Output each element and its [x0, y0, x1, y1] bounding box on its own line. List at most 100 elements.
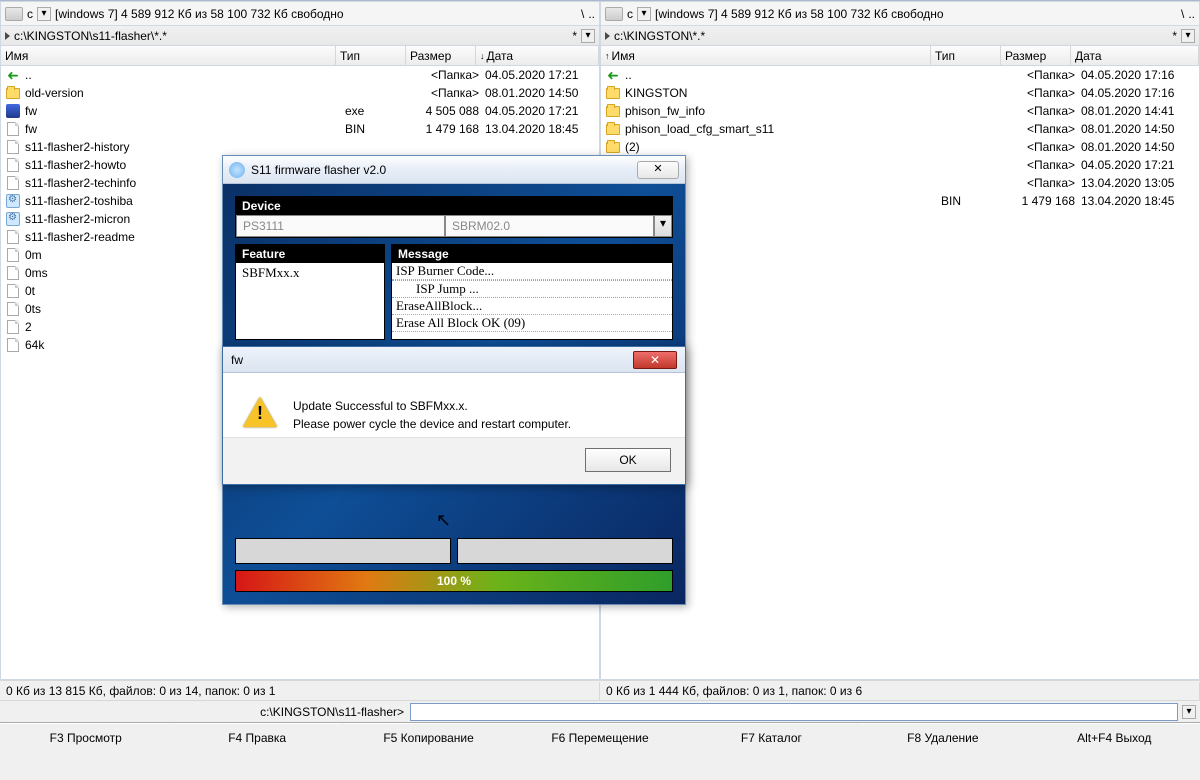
fn-button[interactable]: F3 Просмотр: [0, 723, 171, 752]
file-date: 04.05.2020 17:21: [1081, 158, 1199, 172]
file-name: KINGSTON: [625, 86, 941, 100]
file-row[interactable]: fwexe4 505 08804.05.2020 17:21: [1, 102, 599, 120]
col-size[interactable]: Размер: [406, 46, 476, 65]
file-row[interactable]: old-version<Папка>08.01.2020 14:50: [1, 84, 599, 102]
drive-letter[interactable]: c: [27, 7, 33, 21]
warning-icon: !: [243, 397, 277, 427]
file-date: 08.01.2020 14:50: [1081, 140, 1199, 154]
path-star[interactable]: *: [572, 29, 577, 43]
drive-icon[interactable]: [605, 7, 623, 21]
col-name[interactable]: ↑Имя: [601, 46, 931, 65]
file-size: <Папка>: [1011, 176, 1081, 190]
exe-icon: [5, 104, 21, 118]
message-dialog-titlebar[interactable]: fw ✕: [223, 347, 685, 373]
file-name: ..: [25, 68, 345, 82]
drive-up[interactable]: ..: [1188, 7, 1195, 21]
file-name: ..: [625, 68, 941, 82]
col-type[interactable]: Тип: [336, 46, 406, 65]
file-size: <Папка>: [415, 86, 485, 100]
file-date: 08.01.2020 14:41: [1081, 104, 1199, 118]
message-group: Message ISP Burner Code...ISP Jump ...Er…: [391, 244, 673, 340]
document-icon: [5, 122, 21, 136]
file-date: 04.05.2020 17:21: [485, 68, 599, 82]
document-icon: [5, 248, 21, 262]
file-row[interactable]: s11-flasher2-history: [1, 138, 599, 156]
fn-button[interactable]: Alt+F4 Выход: [1029, 723, 1200, 752]
drive-up[interactable]: ..: [588, 7, 595, 21]
cmd-dropdown-icon[interactable]: ▾: [1182, 705, 1196, 719]
feature-label: Feature: [236, 245, 384, 263]
drive-root[interactable]: \: [1181, 7, 1184, 21]
flasher-close-button[interactable]: ✕: [637, 161, 679, 179]
drive-dropdown-icon[interactable]: ▾: [637, 7, 651, 21]
device-dropdown-icon[interactable]: ▾: [654, 215, 672, 237]
flasher-title-text: S11 firmware flasher v2.0: [251, 163, 386, 177]
message-dialog-text: Update Successful to SBFMxx.x. Please po…: [293, 397, 571, 433]
file-name: s11-flasher2-history: [25, 140, 345, 154]
file-row[interactable]: er<Папка>13.04.2020 13:05: [601, 174, 1199, 192]
file-row[interactable]: fwBIN1 479 16813.04.2020 18:45: [1, 120, 599, 138]
file-name: fw: [25, 104, 345, 118]
file-size: <Папка>: [1011, 140, 1081, 154]
file-row[interactable]: KINGSTON<Папка>04.05.2020 17:16: [601, 84, 1199, 102]
spacer-box: [235, 538, 451, 564]
file-size: <Папка>: [1011, 86, 1081, 100]
fn-button[interactable]: F6 Перемещение: [514, 723, 685, 752]
document-icon: [5, 230, 21, 244]
file-row[interactable]: phison_load_cfg_smart_s11<Папка>08.01.20…: [601, 120, 1199, 138]
drive-root[interactable]: \: [581, 7, 584, 21]
document-icon: [5, 302, 21, 316]
file-row[interactable]: ➜.. <Папка>04.05.2020 17:21: [1, 66, 599, 84]
file-row[interactable]: BIN1 479 16813.04.2020 18:45: [601, 192, 1199, 210]
drive-letter[interactable]: c: [627, 7, 633, 21]
config-icon: [5, 212, 21, 226]
fn-button[interactable]: F5 Копирование: [343, 723, 514, 752]
cmd-input[interactable]: [410, 703, 1178, 721]
device-field-1[interactable]: [236, 215, 445, 237]
file-row[interactable]: er<Папка>04.05.2020 17:21: [601, 156, 1199, 174]
file-date: 13.04.2020 18:45: [485, 122, 599, 136]
file-row[interactable]: ➜..<Папка>04.05.2020 17:16: [601, 66, 1199, 84]
file-size: 1 479 168: [1011, 194, 1081, 208]
file-name: phison_fw_info: [625, 104, 941, 118]
message-label: Message: [392, 245, 672, 263]
right-file-list[interactable]: ➜..<Папка>04.05.2020 17:16 KINGSTON <Папка…: [601, 66, 1199, 679]
file-row[interactable]: phison_fw_info <Папка>08.01.2020 14:41: [601, 102, 1199, 120]
ok-button[interactable]: OK: [585, 448, 671, 472]
path-dropdown-icon[interactable]: ▾: [581, 29, 595, 43]
flasher-app-icon: [229, 162, 245, 178]
device-field-2[interactable]: [445, 215, 654, 237]
left-path-bar[interactable]: c:\KINGSTON\s11-flasher\*.* * ▾: [1, 26, 599, 46]
fn-button[interactable]: F7 Каталог: [686, 723, 857, 752]
file-type: BIN: [345, 122, 415, 136]
fn-button[interactable]: F8 Удаление: [857, 723, 1028, 752]
file-type: BIN: [941, 194, 1011, 208]
file-size: <Папка>: [415, 68, 485, 82]
path-text: c:\KINGSTON\s11-flasher\*.*: [14, 29, 572, 43]
progress-bar: 100 %: [235, 570, 673, 592]
file-name: fw: [25, 122, 345, 136]
file-size: <Папка>: [1011, 104, 1081, 118]
up-arrow-icon: ➜: [5, 68, 21, 82]
fn-button[interactable]: F4 Правка: [171, 723, 342, 752]
cmd-prompt: c:\KINGSTON\s11-flasher>: [0, 705, 410, 719]
drive-dropdown-icon[interactable]: ▾: [37, 7, 51, 21]
file-date: 08.01.2020 14:50: [1081, 122, 1199, 136]
flasher-titlebar[interactable]: S11 firmware flasher v2.0 ✕: [223, 156, 685, 184]
file-size: <Папка>: [1011, 122, 1081, 136]
col-size[interactable]: Размер: [1001, 46, 1071, 65]
msg-line-1: Update Successful to SBFMxx.x.: [293, 397, 571, 415]
file-date: 04.05.2020 17:21: [485, 104, 599, 118]
close-button[interactable]: ✕: [633, 351, 677, 369]
col-date[interactable]: Дата: [1071, 46, 1199, 65]
drive-icon[interactable]: [5, 7, 23, 21]
function-bar: F3 ПросмотрF4 ПравкаF5 КопированиеF6 Пер…: [0, 722, 1200, 752]
col-type[interactable]: Тип: [931, 46, 1001, 65]
col-date[interactable]: ↓Дата: [476, 46, 599, 65]
file-row[interactable]: (2)<Папка>08.01.2020 14:50: [601, 138, 1199, 156]
col-name[interactable]: Имя: [1, 46, 336, 65]
drive-info: [windows 7] 4 589 912 Кб из 58 100 732 К…: [655, 7, 1177, 21]
right-path-bar[interactable]: c:\KINGSTON\*.* *▾: [601, 26, 1199, 46]
path-dropdown-icon[interactable]: ▾: [1181, 29, 1195, 43]
path-star[interactable]: *: [1172, 29, 1177, 43]
